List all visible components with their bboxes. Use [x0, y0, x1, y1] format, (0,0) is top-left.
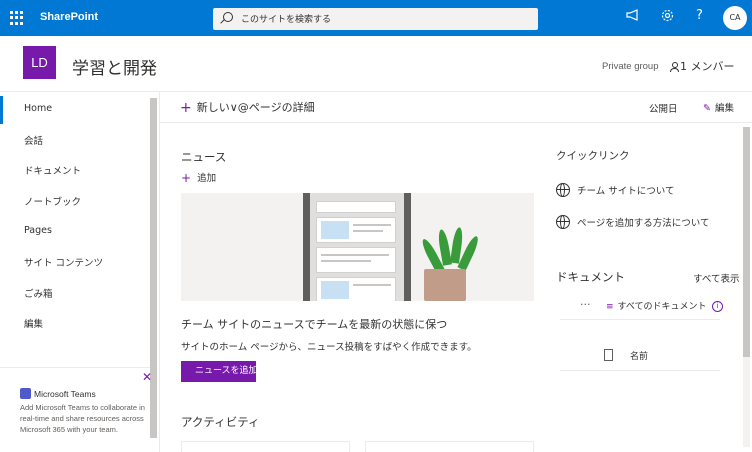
app-launcher-icon[interactable] [10, 11, 24, 25]
view-label: すべてのドキュメント [617, 302, 707, 312]
activity-title: アクティビティ [181, 415, 260, 429]
avatar[interactable]: CA [723, 6, 747, 30]
published-button[interactable]: 公開日 [649, 101, 678, 115]
site-header: LD 学習と開発 Private group 1 メンバー [0, 36, 752, 92]
activity-card[interactable] [365, 441, 534, 452]
teams-icon [20, 388, 31, 399]
scrollbar-thumb[interactable] [743, 127, 750, 357]
add-news-button[interactable]: ニュースを追加する [181, 361, 256, 382]
activity-card[interactable] [181, 441, 350, 452]
phone-illustration [303, 193, 411, 301]
name-column-header[interactable]: 名前 [630, 349, 648, 362]
help-icon[interactable]: ? [696, 8, 703, 23]
quicklinks-title: クイックリンク [556, 150, 630, 162]
active-indicator [0, 96, 3, 124]
quicklink-label: ページを追加する方法について [577, 218, 710, 229]
search-placeholder: このサイトを検索する [241, 15, 332, 25]
plant-pot [424, 269, 466, 301]
more-icon[interactable]: ··· [580, 298, 591, 311]
info-icon[interactable]: i [712, 301, 723, 312]
members-label: 1 メンバー [680, 60, 735, 73]
documents-toolbar: ··· ≡ すべてのドキュメント i [560, 294, 723, 320]
close-icon[interactable]: ✕ [142, 370, 152, 384]
gear-icon[interactable] [661, 9, 674, 26]
teams-description: Add Microsoft Teams to collaborate in re… [20, 403, 145, 434]
nav-scrollbar[interactable] [150, 98, 157, 438]
list-icon: ≡ [606, 302, 614, 312]
file-icon [604, 349, 613, 361]
documents-column-header: 名前 [560, 341, 720, 371]
site-logo[interactable]: LD [23, 46, 56, 79]
edit-label: 編集 [714, 103, 734, 114]
search-icon [223, 12, 233, 22]
globe-icon [556, 215, 570, 229]
news-hero-image [181, 193, 534, 301]
add-news-label: 追加 [197, 173, 217, 184]
search-input[interactable]: このサイトを検索する [213, 8, 538, 30]
nav-item-site-contents[interactable]: サイト コンテンツ [24, 255, 103, 269]
teams-title: Microsoft Teams [34, 389, 96, 399]
documents-title: ドキュメント [556, 270, 625, 284]
nav-item-documents[interactable]: ドキュメント [24, 163, 81, 177]
quicklink-label: チーム サイトについて [577, 186, 675, 197]
nav-item-recycle-bin[interactable]: ごみ箱 [24, 286, 53, 300]
edit-button[interactable]: ✎ 編集 [703, 100, 734, 114]
plus-icon: + [180, 100, 192, 116]
nav-item-edit[interactable]: 編集 [24, 316, 43, 330]
suite-bar: SharePoint このサイトを検索する ? CA [0, 0, 752, 36]
main-scrollbar[interactable] [743, 127, 750, 447]
add-news-link[interactable]: + 追加 [181, 170, 216, 185]
quicklink-item[interactable]: チーム サイトについて [556, 183, 674, 197]
nav-item-home[interactable]: Home [24, 103, 52, 114]
new-button[interactable]: + 新しい∨@ページの詳細 [180, 99, 315, 116]
globe-icon [556, 183, 570, 197]
plus-icon: + [181, 171, 192, 185]
app-name[interactable]: SharePoint [40, 11, 98, 23]
view-selector[interactable]: ≡ すべてのドキュメント [606, 299, 707, 312]
news-headline: チーム サイトのニュースでチームを最新の状態に保つ [181, 318, 448, 331]
nav-item-notebook[interactable]: ノートブック [24, 194, 81, 208]
nav-item-pages[interactable]: Pages [24, 225, 52, 236]
megaphone-icon[interactable] [626, 9, 640, 25]
teams-promo: ✕ Microsoft Teams Add Microsoft Teams to… [0, 367, 152, 452]
news-title: ニュース [181, 150, 227, 164]
new-button-label: 新しい∨@ページの詳細 [196, 101, 315, 114]
nav-item-conversations[interactable]: 会話 [24, 133, 43, 147]
person-icon [670, 62, 679, 72]
members-button[interactable]: 1 メンバー [670, 58, 735, 74]
pencil-icon: ✎ [703, 103, 711, 114]
privacy-label: Private group [602, 61, 659, 72]
news-subtext: サイトのホーム ページから、ニュース投稿をすばやく作成できます。 [181, 342, 477, 353]
see-all-link[interactable]: すべて表示 [693, 271, 739, 285]
quicklink-item[interactable]: ページを追加する方法について [556, 215, 710, 229]
site-title[interactable]: 学習と開発 [72, 54, 157, 79]
command-bar: + 新しい∨@ページの詳細 公開日 ✎ 編集 [160, 92, 752, 123]
left-navigation: Home 会話 ドキュメント ノートブック Pages サイト コンテンツ ごみ… [0, 92, 160, 452]
